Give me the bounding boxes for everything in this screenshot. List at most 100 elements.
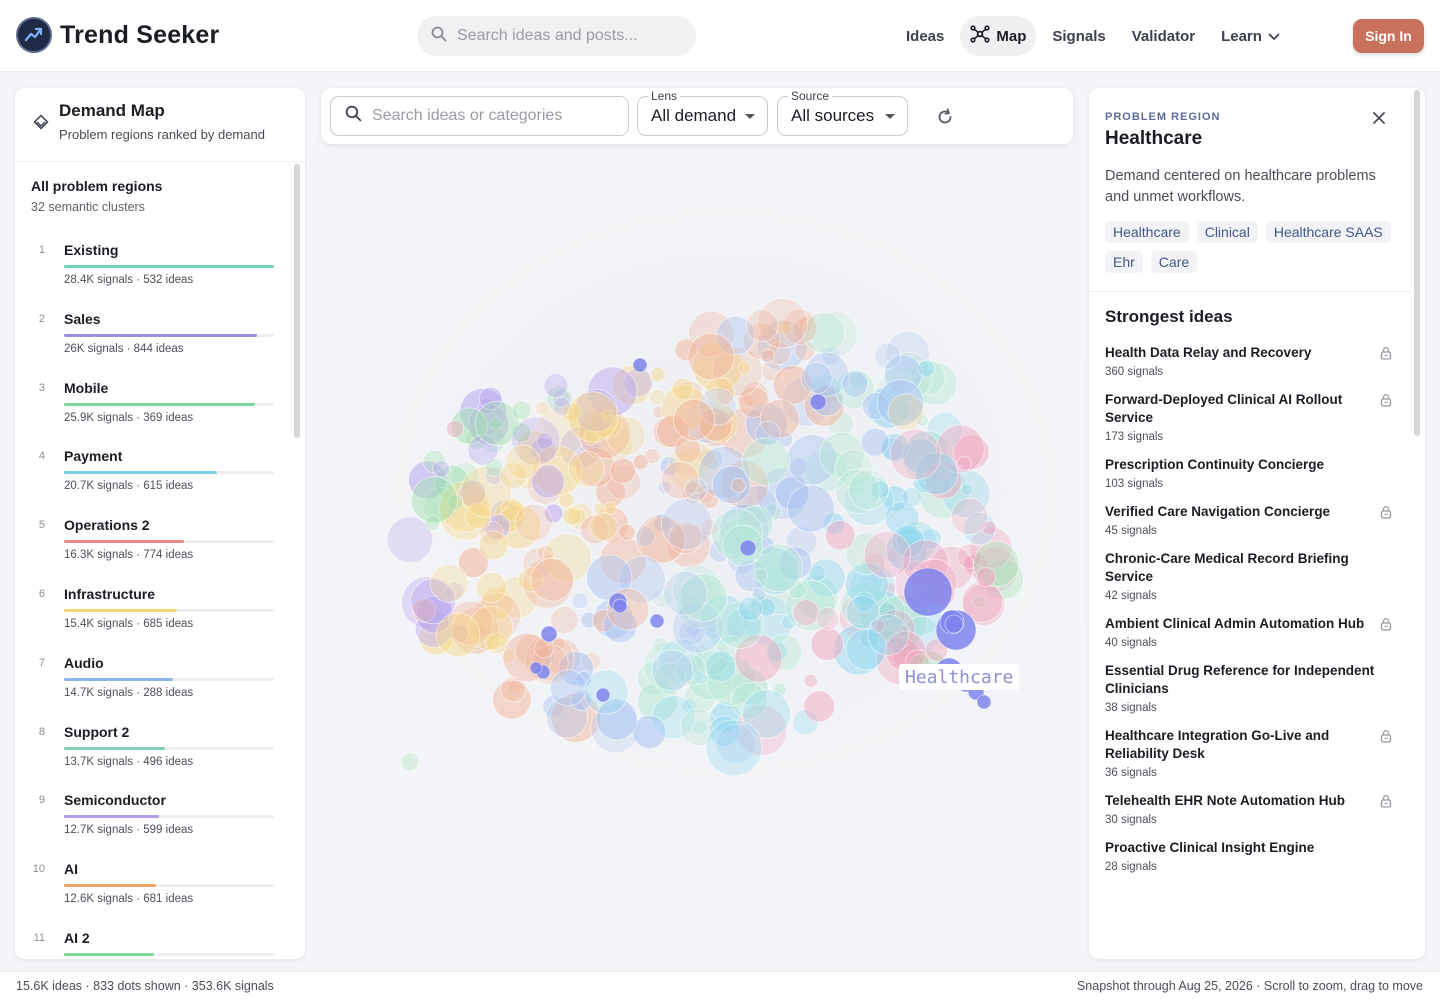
idea-dot[interactable]: [944, 614, 964, 634]
idea-dot[interactable]: [800, 362, 833, 395]
region-item[interactable]: 7 Audio 14.7K signals · 288 ideas: [15, 651, 295, 720]
idea-dot[interactable]: [567, 391, 619, 443]
idea-item[interactable]: Prescription Continuity Concierge 103 sig…: [1105, 456, 1395, 490]
nav-ideas[interactable]: Ideas: [896, 16, 954, 56]
idea-item[interactable]: Telehealth EHR Note Automation Hub 30 sig…: [1105, 792, 1395, 826]
idea-dot[interactable]: [739, 539, 757, 557]
region-item[interactable]: 11 AI 2: [15, 926, 295, 959]
region-item[interactable]: 5 Operations 2 16.3K signals · 774 ideas: [15, 513, 295, 582]
bubble-map[interactable]: [306, 72, 1086, 970]
idea-dot[interactable]: [825, 520, 856, 551]
idea-dot[interactable]: [618, 523, 636, 541]
idea-dot[interactable]: [867, 614, 909, 656]
map-search-input[interactable]: [372, 107, 612, 125]
idea-dot[interactable]: [673, 398, 716, 441]
idea-dot[interactable]: [841, 370, 869, 398]
region-item[interactable]: 4 Payment 20.7K signals · 615 ideas: [15, 444, 295, 513]
idea-dot[interactable]: [543, 373, 569, 399]
idea-dot[interactable]: [632, 714, 667, 749]
idea-dot[interactable]: [609, 457, 636, 484]
idea-dot[interactable]: [917, 359, 936, 378]
idea-dot[interactable]: [529, 661, 543, 675]
idea-dot[interactable]: [887, 393, 925, 431]
idea-dot[interactable]: [595, 687, 611, 703]
idea-dot[interactable]: [730, 477, 746, 493]
idea-dot[interactable]: [484, 458, 503, 477]
idea-dot[interactable]: [530, 557, 575, 602]
region-item[interactable]: 6 Infrastructure 15.4K signals · 685 ideas: [15, 582, 295, 651]
demand-map-canvas[interactable]: Lens All demand Source All sources Healt…: [306, 72, 1086, 970]
idea-item[interactable]: Chronic-Care Medical Record Briefing Ser…: [1105, 550, 1395, 602]
idea-item[interactable]: Verified Care Navigation Concierge 45 sig…: [1105, 503, 1395, 537]
tag[interactable]: Healthcare: [1105, 221, 1189, 243]
idea-dot[interactable]: [956, 456, 972, 472]
idea-dot[interactable]: [505, 444, 541, 480]
cluster-label-healthcare[interactable]: Healthcare: [899, 664, 1020, 690]
idea-dot[interactable]: [810, 627, 844, 661]
idea-dot[interactable]: [792, 599, 820, 627]
idea-dot[interactable]: [803, 690, 836, 723]
idea-dot[interactable]: [808, 564, 827, 582]
refresh-icon[interactable]: [933, 105, 957, 129]
sign-in-button[interactable]: Sign In: [1353, 19, 1424, 53]
idea-dot[interactable]: [903, 567, 953, 617]
idea-dot[interactable]: [632, 454, 649, 471]
nav-learn[interactable]: Learn: [1211, 16, 1290, 56]
idea-dot[interactable]: [649, 613, 665, 629]
idea-item[interactable]: Health Data Relay and Recovery 360 signal…: [1105, 344, 1395, 378]
idea-dot[interactable]: [663, 571, 708, 616]
idea-dot[interactable]: [901, 487, 922, 508]
idea-dot[interactable]: [976, 567, 997, 588]
tag[interactable]: Healthcare SAAS: [1265, 221, 1391, 243]
idea-dot[interactable]: [809, 393, 827, 411]
idea-dot[interactable]: [753, 567, 768, 583]
idea-dot[interactable]: [612, 598, 628, 614]
idea-dot[interactable]: [874, 342, 901, 369]
idea-dot[interactable]: [960, 483, 974, 497]
idea-dot[interactable]: [567, 450, 605, 488]
idea-dot[interactable]: [649, 388, 666, 406]
idea-dot[interactable]: [687, 332, 735, 380]
idea-dot[interactable]: [745, 309, 779, 343]
idea-dot[interactable]: [571, 592, 589, 609]
idea-dot[interactable]: [863, 531, 912, 579]
idea-dot[interactable]: [976, 694, 992, 710]
nav-map[interactable]: Map: [960, 16, 1037, 56]
idea-dot[interactable]: [435, 612, 481, 657]
region-item[interactable]: 3 Mobile 25.9K signals · 369 ideas: [15, 376, 295, 445]
nav-validator[interactable]: Validator: [1122, 16, 1205, 56]
idea-dot[interactable]: [950, 497, 989, 536]
tag[interactable]: Clinical: [1196, 221, 1258, 243]
idea-dot[interactable]: [476, 572, 508, 603]
idea-dot[interactable]: [705, 719, 763, 777]
region-item[interactable]: 1 Existing 28.4K signals · 532 ideas: [15, 238, 295, 307]
idea-dot[interactable]: [562, 506, 582, 526]
idea-item[interactable]: Proactive Clinical Insight Engine 28 sign…: [1105, 839, 1395, 873]
all-regions-heading[interactable]: All problem regions: [31, 178, 162, 194]
idea-dot[interactable]: [589, 512, 619, 542]
region-item[interactable]: 10 AI 12.6K signals · 681 ideas: [15, 857, 295, 926]
idea-dot[interactable]: [549, 669, 587, 707]
region-item[interactable]: 2 Sales 26K signals · 844 ideas: [15, 307, 295, 376]
region-item[interactable]: 9 Semiconductor 12.7K signals · 599 ideas: [15, 788, 295, 857]
idea-dot[interactable]: [704, 650, 737, 683]
idea-dot[interactable]: [737, 361, 752, 375]
lens-select[interactable]: Lens All demand: [637, 89, 768, 136]
panel-scrollbar[interactable]: [1414, 90, 1420, 436]
idea-dot[interactable]: [478, 530, 509, 561]
idea-dot[interactable]: [649, 366, 666, 383]
idea-dot[interactable]: [500, 676, 527, 703]
idea-dot[interactable]: [860, 427, 890, 457]
idea-dot[interactable]: [632, 357, 648, 373]
idea-dot[interactable]: [741, 437, 790, 486]
idea-item[interactable]: Healthcare Integration Go-Live and Relia…: [1105, 727, 1395, 779]
idea-dot[interactable]: [534, 400, 551, 416]
idea-dot[interactable]: [400, 752, 420, 772]
idea-dot[interactable]: [540, 625, 558, 643]
region-item[interactable]: 8 Support 2 13.7K signals · 496 ideas: [15, 720, 295, 789]
idea-dot[interactable]: [848, 468, 890, 510]
tag[interactable]: Ehr: [1105, 251, 1143, 273]
panel-scrollbar[interactable]: [294, 164, 300, 438]
idea-dot[interactable]: [889, 429, 942, 481]
idea-dot[interactable]: [684, 478, 708, 502]
